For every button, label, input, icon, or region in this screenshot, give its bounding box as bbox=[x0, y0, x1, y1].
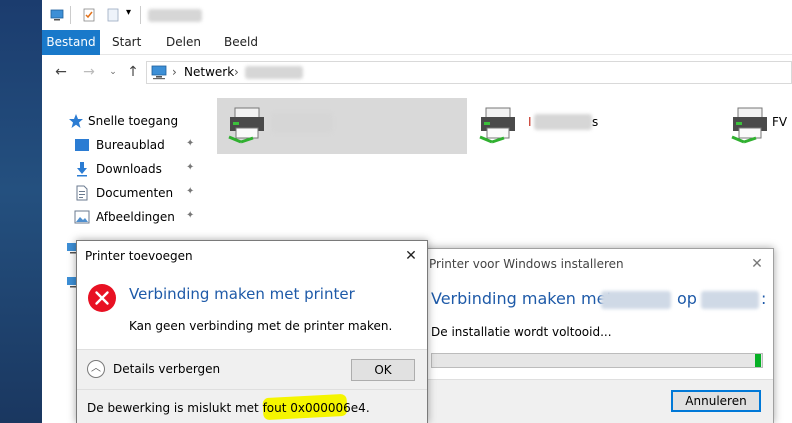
document-icon bbox=[76, 185, 88, 201]
cancel-button[interactable]: Annuleren bbox=[671, 390, 761, 412]
server-name-redacted bbox=[701, 291, 759, 309]
pin-icon[interactable]: ✦ bbox=[186, 138, 194, 149]
download-icon bbox=[77, 162, 87, 177]
desktop-icon bbox=[75, 139, 89, 151]
pin-icon[interactable]: ✦ bbox=[186, 186, 194, 197]
printer-name-suffix: s bbox=[592, 115, 599, 129]
network-printer-icon bbox=[228, 107, 264, 144]
tab-start[interactable]: Start bbox=[102, 30, 151, 55]
error-dialog-button-row: ︿ Details verbergen OK bbox=[77, 349, 427, 389]
nav-item-bureaublad[interactable]: Bureaublad ✦ bbox=[66, 134, 206, 156]
toolbar-divider bbox=[140, 6, 141, 24]
star-icon bbox=[69, 114, 83, 128]
tab-bestand[interactable]: Bestand bbox=[42, 30, 100, 55]
nav-item-label: Snelle toegang bbox=[88, 114, 179, 128]
install-printer-dialog: Printer voor Windows installeren ✕ Verbi… bbox=[424, 248, 774, 423]
address-bar[interactable]: › Netwerk › bbox=[146, 61, 792, 84]
error-dialog: Printer toevoegen ✕ Verbinding maken met… bbox=[76, 240, 428, 423]
window-title-redacted bbox=[148, 9, 202, 22]
breadcrumb-separator: › bbox=[234, 65, 239, 79]
nav-item-downloads[interactable]: Downloads ✦ bbox=[66, 158, 206, 180]
nav-item-label: Downloads bbox=[96, 162, 162, 176]
install-heading-prefix: Verbinding maken met: bbox=[431, 289, 619, 308]
recent-locations-chevron-icon[interactable]: ⌄ bbox=[104, 63, 122, 81]
close-icon[interactable]: ✕ bbox=[401, 246, 421, 266]
title-bar: ▾ bbox=[42, 0, 792, 30]
error-icon bbox=[88, 284, 116, 312]
address-row: ← → ⌄ ↑ › Netwerk › bbox=[42, 56, 792, 88]
install-dialog-heading: Verbinding maken met: op : bbox=[431, 289, 771, 313]
install-progress-fill bbox=[755, 354, 761, 367]
nav-item-afbeeldingen[interactable]: Afbeeldingen ✦ bbox=[66, 206, 206, 228]
back-arrow-icon[interactable]: ← bbox=[52, 63, 70, 81]
ribbon-tabs: Bestand Start Delen Beeld bbox=[42, 30, 792, 55]
forward-arrow-icon[interactable]: → bbox=[80, 63, 98, 81]
pictures-icon bbox=[74, 210, 90, 224]
details-toggle-label[interactable]: Details verbergen bbox=[113, 362, 220, 376]
toolbar-divider bbox=[70, 6, 71, 24]
install-heading-suffix: : bbox=[761, 289, 767, 308]
error-detail-text: De bewerking is mislukt met fout 0x00000… bbox=[87, 401, 370, 415]
install-heading-mid: op bbox=[677, 289, 697, 308]
desktop-background bbox=[0, 0, 42, 423]
pin-icon[interactable]: ✦ bbox=[186, 210, 194, 221]
tab-delen[interactable]: Delen bbox=[156, 30, 211, 55]
nav-item-label: Bureaublad bbox=[96, 138, 165, 152]
printer-name-redacted bbox=[271, 113, 333, 133]
breadcrumb-separator: › bbox=[172, 65, 177, 79]
install-progress-bar bbox=[431, 353, 763, 368]
customize-toolbar-dropdown-icon[interactable]: ▾ bbox=[126, 7, 131, 18]
details-chevron-up-icon[interactable]: ︿ bbox=[87, 360, 105, 378]
ok-button[interactable]: OK bbox=[351, 359, 415, 381]
error-dialog-title-bar: Printer toevoegen ✕ bbox=[77, 241, 427, 271]
install-dialog-footer: Annuleren bbox=[425, 379, 773, 423]
tab-beeld[interactable]: Beeld bbox=[214, 30, 268, 55]
error-heading: Verbinding maken met printer bbox=[129, 285, 355, 303]
up-arrow-icon[interactable]: ↑ bbox=[124, 63, 142, 81]
printer-item-selected[interactable] bbox=[217, 98, 467, 154]
nav-item-label: Documenten bbox=[96, 186, 174, 200]
error-message: Kan geen verbinding met de printer maken… bbox=[129, 319, 393, 333]
pin-icon[interactable]: ✦ bbox=[186, 162, 194, 173]
nav-item-label: Afbeeldingen bbox=[96, 210, 175, 224]
install-dialog-title-bar: Printer voor Windows installeren ✕ bbox=[425, 249, 773, 279]
close-icon[interactable]: ✕ bbox=[747, 254, 767, 274]
error-dialog-title: Printer toevoegen bbox=[85, 249, 193, 263]
printer-name-redacted bbox=[601, 291, 671, 309]
nav-item-documenten[interactable]: Documenten ✦ bbox=[66, 182, 206, 204]
install-status-text: De installatie wordt voltooid... bbox=[431, 325, 612, 339]
error-details-panel: De bewerking is mislukt met fout 0x00000… bbox=[77, 389, 427, 423]
install-progress-track bbox=[432, 354, 759, 367]
breadcrumb-host-redacted[interactable] bbox=[245, 66, 303, 79]
properties-icon[interactable] bbox=[82, 8, 96, 22]
computer-icon bbox=[50, 9, 64, 21]
network-printer-icon bbox=[731, 107, 767, 144]
network-icon bbox=[151, 65, 167, 80]
printer-name-prefix: I bbox=[528, 115, 532, 129]
new-folder-icon[interactable] bbox=[106, 8, 120, 22]
printer-name-prefix: FV bbox=[772, 115, 788, 129]
printer-name-redacted bbox=[534, 114, 592, 130]
printer-item[interactable]: FV bbox=[728, 98, 792, 154]
printer-item[interactable]: I s bbox=[472, 98, 662, 154]
install-dialog-title: Printer voor Windows installeren bbox=[429, 257, 624, 271]
nav-item-quick-access[interactable]: Snelle toegang bbox=[60, 110, 200, 132]
network-printer-icon bbox=[479, 107, 515, 144]
breadcrumb-netwerk[interactable]: Netwerk bbox=[184, 65, 234, 79]
